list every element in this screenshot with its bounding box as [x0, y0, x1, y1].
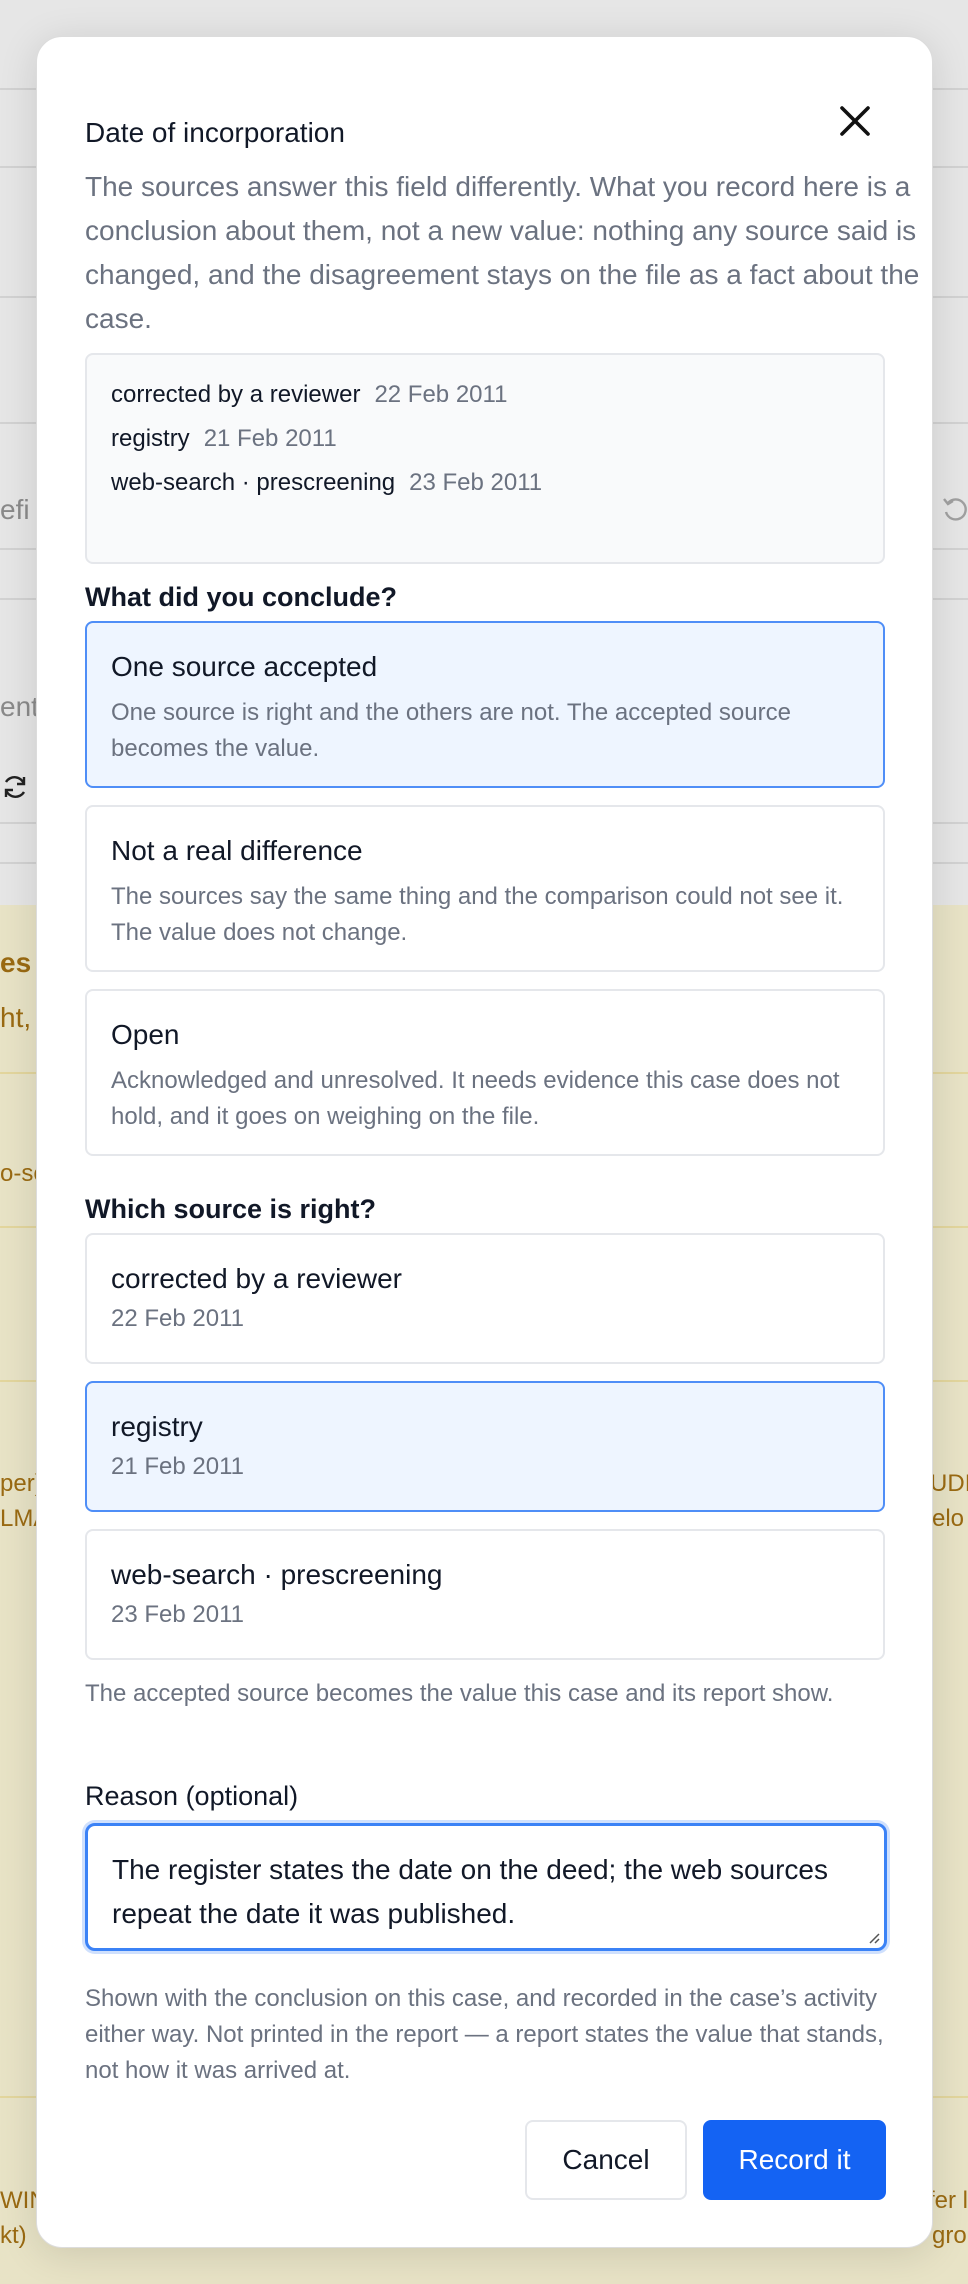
- source-values-summary: corrected by a reviewer 22 Feb 2011 regis…: [85, 353, 885, 564]
- source-name: corrected by a reviewer: [111, 381, 361, 408]
- reason-label: Reason (optional): [85, 1781, 299, 1811]
- refresh-icon: [4, 776, 26, 798]
- resize-handle-icon[interactable]: [866, 1930, 880, 1944]
- cancel-button[interactable]: Cancel: [525, 2120, 687, 2200]
- background-text: UDI: [930, 1470, 968, 1497]
- conclusion-option-one-source-accepted[interactable]: One source accepted One source is right …: [85, 621, 885, 788]
- source-date: 22 Feb 2011: [374, 381, 508, 408]
- option-description: One source is right and the others are n…: [111, 699, 791, 762]
- background-text: gro: [932, 2222, 967, 2249]
- dialog-title: Date of incorporation: [85, 117, 345, 148]
- reason-note: Shown with the conclusion on this case, …: [85, 1985, 884, 2084]
- option-title: Open: [111, 1019, 180, 1050]
- close-icon: [840, 106, 870, 136]
- source-value-row: registry 21 Feb 2011: [111, 425, 337, 453]
- option-description: The sources say the same thing and the c…: [111, 883, 844, 946]
- option-title: web-search · prescreening: [111, 1559, 443, 1590]
- background-text: efi: [0, 494, 30, 525]
- option-date: 21 Feb 2011: [111, 1453, 244, 1480]
- source-choice-note: The accepted source becomes the value th…: [85, 1680, 834, 1707]
- option-date: 22 Feb 2011: [111, 1305, 244, 1332]
- background-text: fer l: [928, 2187, 968, 2214]
- background-text: kt): [0, 2222, 27, 2249]
- conclusion-option-not-a-real-difference[interactable]: Not a real difference The sources say th…: [85, 805, 885, 972]
- source-option-registry[interactable]: registry 21 Feb 2011: [85, 1381, 885, 1512]
- resolve-difference-dialog: Date of incorporation The sources answer…: [36, 36, 933, 2248]
- source-value-row: corrected by a reviewer 22 Feb 2011: [111, 381, 507, 409]
- option-title: registry: [111, 1411, 203, 1442]
- option-title: One source accepted: [111, 651, 378, 682]
- option-description: Acknowledged and unresolved. It needs ev…: [111, 1067, 840, 1130]
- source-name: registry: [111, 425, 190, 452]
- source-date: 21 Feb 2011: [203, 425, 337, 452]
- dialog-intro: The sources answer this field differentl…: [85, 171, 920, 334]
- background-text: elo: [932, 1505, 965, 1532]
- close-button[interactable]: [825, 91, 885, 151]
- background-text: es: [0, 947, 32, 978]
- reason-value: The register states the date on the deed…: [112, 1854, 828, 1929]
- record-it-button[interactable]: Record it: [703, 2120, 886, 2200]
- option-title: corrected by a reviewer: [111, 1263, 403, 1294]
- undo-icon: [943, 498, 967, 521]
- source-option-web-search[interactable]: web-search · prescreening 23 Feb 2011: [85, 1529, 885, 1660]
- background-text: ht,: [0, 1002, 32, 1033]
- conclusion-label: What did you conclude?: [85, 582, 397, 612]
- reason-textarea[interactable]: The register states the date on the deed…: [85, 1823, 887, 1951]
- conclusion-option-open[interactable]: Open Acknowledged and unresolved. It nee…: [85, 989, 885, 1156]
- source-value-row: web-search · prescreening 23 Feb 2011: [111, 469, 542, 497]
- option-title: Not a real difference: [111, 835, 363, 866]
- source-date: 23 Feb 2011: [409, 469, 543, 496]
- source-choice-label: Which source is right?: [85, 1194, 377, 1224]
- source-name: web-search · prescreening: [111, 469, 396, 496]
- option-date: 23 Feb 2011: [111, 1601, 244, 1628]
- source-option-reviewer[interactable]: corrected by a reviewer 22 Feb 2011: [85, 1233, 885, 1364]
